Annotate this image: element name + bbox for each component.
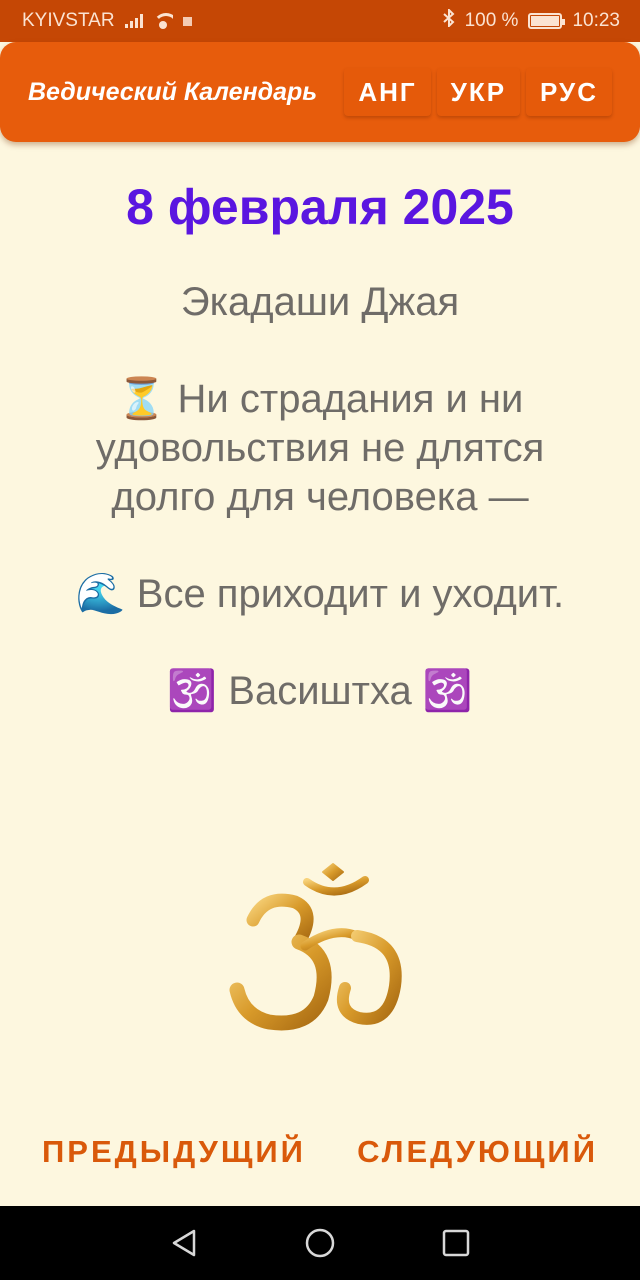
status-bar: KYIVSTAR 100 % 10:23 — [0, 0, 640, 42]
clock: 10:23 — [572, 10, 620, 31]
back-icon[interactable] — [116, 1206, 252, 1280]
lang-button-eng[interactable]: АНГ — [344, 68, 431, 116]
lang-button-rus[interactable]: РУС — [526, 68, 612, 116]
lang-button-ukr[interactable]: УКР — [436, 68, 521, 116]
app-title: Ведический Календарь — [28, 77, 318, 106]
om-symbol — [225, 858, 410, 1038]
bluetooth-icon — [442, 7, 455, 33]
date-title: 8 февраля 2025 — [126, 179, 514, 235]
quote-line-2: 🌊 Все приходит и уходит. — [75, 572, 565, 616]
quote-author: 🕉️ Васиштха 🕉️ — [167, 669, 473, 713]
language-switcher: АНГ УКР РУС — [344, 68, 612, 116]
home-icon[interactable] — [252, 1206, 388, 1280]
quote-block: Экадаши Джая ⏳ Ни страдания и ни удоволь… — [40, 278, 600, 764]
signal-icon — [124, 14, 143, 28]
notification-icon — [182, 16, 192, 26]
recents-icon[interactable] — [388, 1206, 524, 1280]
battery-percent: 100 % — [464, 10, 519, 31]
wifi-icon — [152, 13, 173, 29]
battery-icon — [528, 13, 566, 29]
system-nav-bar — [0, 1206, 640, 1280]
quote-line-1: ⏳ Ни страдания и ни удовольствия не длят… — [95, 377, 545, 519]
event-name: Экадаши Джая — [180, 280, 460, 324]
next-button[interactable]: СЛЕДУЮЩИЙ — [357, 1128, 598, 1176]
app-bar: Ведический Календарь АНГ УКР РУС — [0, 42, 640, 142]
carrier-label: KYIVSTAR — [22, 10, 115, 31]
previous-button[interactable]: ПРЕДЫДУЩИЙ — [42, 1128, 306, 1176]
